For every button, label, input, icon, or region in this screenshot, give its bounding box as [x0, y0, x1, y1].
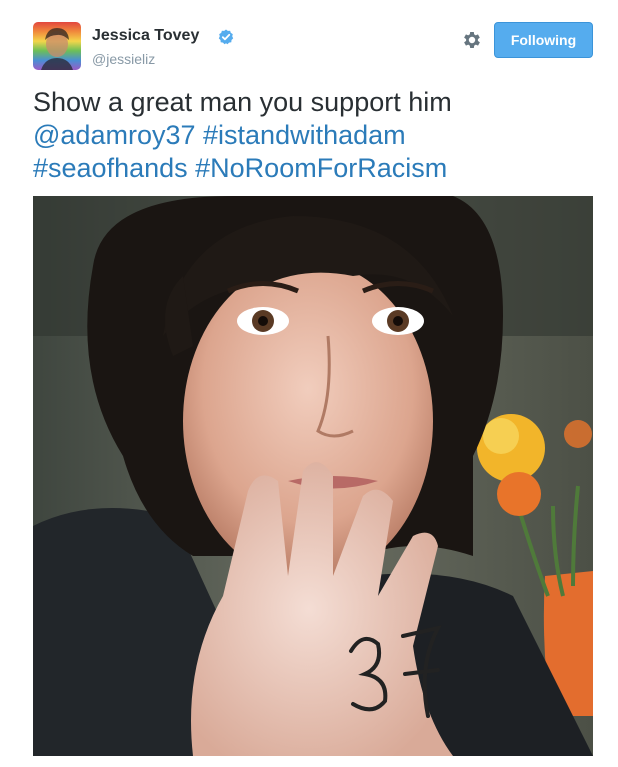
tweet-card: Jessica Tovey @jessieliz Following Show … — [0, 0, 618, 767]
following-button[interactable]: Following — [494, 22, 593, 58]
author-name[interactable]: Jessica Tovey — [92, 26, 199, 46]
verified-badge-icon — [218, 29, 234, 45]
tweet-photo[interactable] — [33, 196, 593, 756]
gear-icon[interactable] — [461, 29, 483, 51]
tweet-text: Show a great man you support him @adamro… — [33, 86, 593, 185]
hashtag-link[interactable]: #istandwithadam — [203, 120, 406, 150]
author-handle[interactable]: @jessieliz — [92, 50, 155, 68]
mention-link[interactable]: @adamroy37 — [33, 120, 196, 150]
hashtag-link[interactable]: #seaofhands — [33, 153, 188, 183]
hashtag-link[interactable]: #NoRoomForRacism — [195, 153, 447, 183]
tweet-text-plain: Show a great man you support him — [33, 87, 452, 117]
author-avatar[interactable] — [33, 22, 81, 70]
